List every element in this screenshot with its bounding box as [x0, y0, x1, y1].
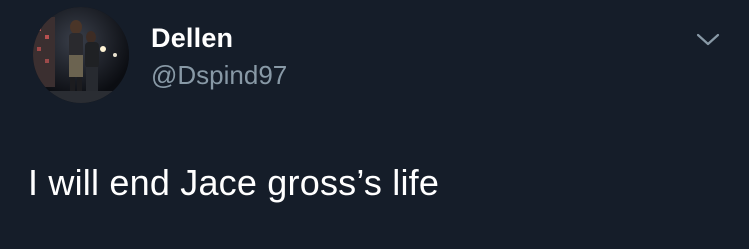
avatar[interactable]	[33, 7, 129, 103]
avatar-photo	[33, 7, 129, 103]
author-display-name[interactable]: Dellen	[151, 23, 233, 54]
tweet-card[interactable]: Dellen @Dspind97 I will end Jace gross’s…	[0, 0, 749, 249]
tweet-text: I will end Jace gross’s life	[28, 162, 440, 203]
author-handle[interactable]: @Dspind97	[151, 60, 287, 91]
chevron-down-icon[interactable]	[694, 27, 722, 51]
